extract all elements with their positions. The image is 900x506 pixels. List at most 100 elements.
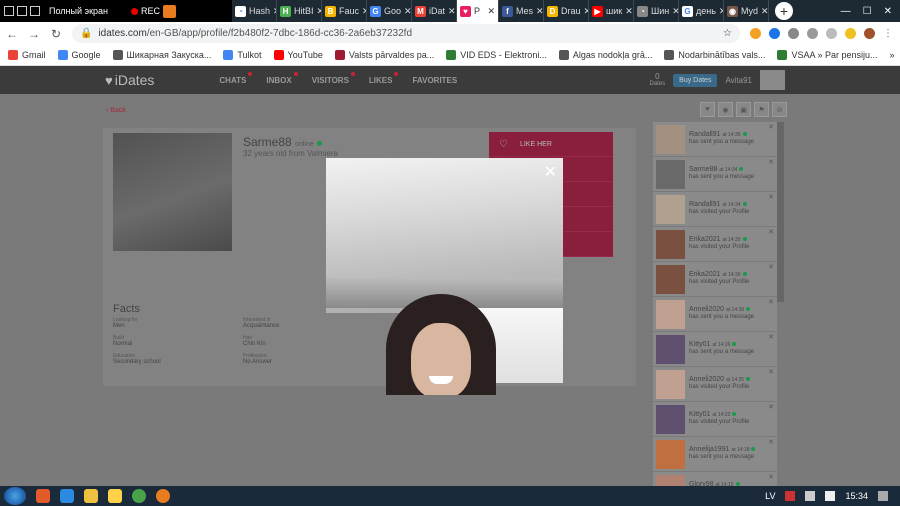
tab-close-icon[interactable]: ✕ — [761, 6, 768, 17]
bookmark-item[interactable]: Nodarbinātības vals... — [664, 50, 765, 60]
activity-avatar[interactable] — [656, 369, 685, 399]
tab-close-icon[interactable]: ✕ — [625, 6, 633, 17]
bookmark-star-icon[interactable]: ☆ — [723, 28, 732, 39]
search-icon[interactable] — [788, 28, 799, 39]
profile-avatar-icon[interactable] — [864, 28, 875, 39]
eye-icon[interactable]: ◉ — [718, 102, 733, 117]
edge-icon[interactable] — [60, 489, 74, 503]
activity-item[interactable]: Kitty01 at 14:22 has visited your Profil… — [653, 402, 777, 436]
block-icon[interactable]: ⊘ — [772, 102, 787, 117]
activity-item[interactable]: Anneli2020 at 14:25 has visited your Pro… — [653, 367, 777, 401]
bookmark-item[interactable]: Gmail — [8, 50, 46, 60]
activity-item[interactable]: Erika2021 at 14:30 has visited your Prof… — [653, 227, 777, 261]
extension-gray-icon[interactable] — [807, 28, 818, 39]
browser-tab[interactable]: ◔Шин✕ — [634, 0, 679, 22]
activity-avatar[interactable] — [656, 439, 685, 469]
dismiss-icon[interactable]: ✕ — [768, 123, 774, 131]
dismiss-icon[interactable]: ✕ — [768, 473, 774, 481]
tab-close-icon[interactable]: ✕ — [487, 6, 495, 17]
browser-tab[interactable]: ◔Hash✕ — [232, 0, 277, 22]
username[interactable]: Avita91 — [725, 76, 752, 85]
browser-tab[interactable]: ▶ шик ✕ — [589, 0, 634, 22]
activity-avatar[interactable] — [656, 194, 685, 224]
extension-blue-icon[interactable] — [769, 28, 780, 39]
dismiss-icon[interactable]: ✕ — [768, 263, 774, 271]
back-link[interactable]: ‹ Back — [106, 107, 126, 114]
app-icon-1[interactable] — [36, 489, 50, 503]
idates-logo[interactable]: ♥ iDates — [105, 72, 154, 88]
activity-avatar[interactable] — [656, 124, 685, 154]
user-avatar[interactable] — [760, 70, 785, 90]
activity-avatar[interactable] — [656, 229, 685, 259]
menu-kebab-icon[interactable]: ⋮ — [883, 28, 894, 39]
browser-tab[interactable]: DDrau✕ — [544, 0, 589, 22]
activity-avatar[interactable] — [656, 264, 685, 294]
bookmark-item[interactable]: Google — [57, 50, 101, 60]
activity-avatar[interactable] — [656, 334, 685, 364]
activity-item[interactable]: Erika2021 at 14:30 has visited your Prof… — [653, 262, 777, 296]
browser-tab[interactable]: f Mes ✕ — [499, 0, 544, 22]
browser-tab[interactable]: BFauc✕ — [322, 0, 367, 22]
back-arrow-icon[interactable]: ← — [6, 27, 18, 41]
bookmark-item[interactable]: Tulkot — [223, 50, 262, 60]
tab-close-icon[interactable]: ✕ — [672, 6, 678, 17]
nav-likes[interactable]: LIKES — [369, 71, 399, 85]
window-restore-icon[interactable] — [4, 6, 14, 16]
more-bookmarks-icon[interactable]: » — [890, 50, 895, 60]
chrome-icon[interactable] — [132, 489, 146, 503]
sidebar-scrollbar[interactable] — [777, 122, 784, 302]
nav-chats[interactable]: CHATS — [219, 71, 253, 85]
activity-item[interactable]: Randall91 at 14:34 has visited your Prof… — [653, 192, 777, 226]
activity-avatar[interactable] — [656, 404, 685, 434]
new-tab-button[interactable]: + — [775, 2, 793, 20]
activity-item[interactable]: Kitty01 at 14:26 has sent you a message ✕ — [653, 332, 777, 366]
close-window-icon[interactable]: ✕ — [884, 6, 892, 17]
dismiss-icon[interactable]: ✕ — [768, 333, 774, 341]
activity-item[interactable]: Randall91 at 14:35 has sent you a messag… — [653, 122, 777, 156]
browser-tab[interactable]: G Goo ✕ — [367, 0, 412, 22]
nav-visitors[interactable]: VISITORS — [312, 71, 355, 85]
media-player-icon[interactable] — [108, 489, 122, 503]
reload-icon[interactable]: ↻ — [50, 27, 62, 41]
maximize-icon[interactable]: ☐ — [863, 6, 872, 17]
window-close-icon[interactable] — [30, 6, 40, 16]
nav-favorites[interactable]: FAVORITES — [412, 76, 457, 85]
tab-close-icon[interactable]: ✕ — [404, 6, 411, 17]
camera-icon[interactable] — [163, 4, 177, 18]
browser-tab[interactable]: MiDat ✕ — [412, 0, 457, 22]
browser-tab[interactable]: ◉ Myd ✕ — [724, 0, 769, 22]
clock[interactable]: 15:34 — [845, 491, 868, 501]
extensions-puzzle-icon[interactable] — [826, 28, 837, 39]
nav-inbox[interactable]: INBOX — [266, 71, 298, 85]
tray-app-icon[interactable] — [785, 491, 796, 501]
tab-close-icon[interactable]: ✕ — [536, 6, 543, 17]
dismiss-icon[interactable]: ✕ — [768, 298, 774, 306]
camera-icon[interactable]: ▣ — [736, 102, 751, 117]
profile-photo[interactable] — [113, 133, 232, 251]
forward-arrow-icon[interactable]: → — [28, 27, 40, 41]
activity-item[interactable]: Sarme88 at 14:34 has sent you a message ✕ — [653, 157, 777, 191]
bookmark-item[interactable]: Algas nodokļa grā... — [558, 50, 652, 60]
url-input[interactable]: 🔒 idates.com/en-GB/app/profile/f2b480f2-… — [72, 24, 740, 43]
flag-icon[interactable]: ⚑ — [754, 102, 769, 117]
bookmark-item[interactable]: Valsts pārvaldes pa... — [334, 50, 434, 60]
rec-label[interactable]: REC — [141, 6, 160, 16]
bookmark-item[interactable]: VSAA » Par pensiju... — [777, 50, 878, 60]
close-icon[interactable]: ✕ — [544, 162, 557, 182]
bookmark-item[interactable]: VID EDS - Elektroni... — [446, 50, 547, 60]
activity-item[interactable]: Glory98 at 14:15 has sent you a message✕ — [653, 472, 777, 486]
volume-icon[interactable] — [825, 491, 836, 501]
browser-tab[interactable]: HHitBI✕ — [277, 0, 322, 22]
dismiss-icon[interactable]: ✕ — [768, 228, 774, 236]
activity-avatar[interactable] — [656, 159, 685, 189]
action-button-like-her[interactable]: ♡ LIKE HER — [489, 132, 613, 157]
dismiss-icon[interactable]: ✕ — [768, 368, 774, 376]
extension-star-icon[interactable] — [845, 28, 856, 39]
language-indicator[interactable]: LV — [765, 491, 775, 501]
browser-tab[interactable]: Gдень✕ — [679, 0, 724, 22]
dismiss-icon[interactable]: ✕ — [768, 193, 774, 201]
dismiss-icon[interactable]: ✕ — [768, 158, 774, 166]
window-copy-icon[interactable] — [17, 6, 27, 16]
browser-tab[interactable]: ♥ P ✕ — [457, 0, 499, 22]
bookmark-item[interactable]: YouTube — [273, 50, 323, 60]
